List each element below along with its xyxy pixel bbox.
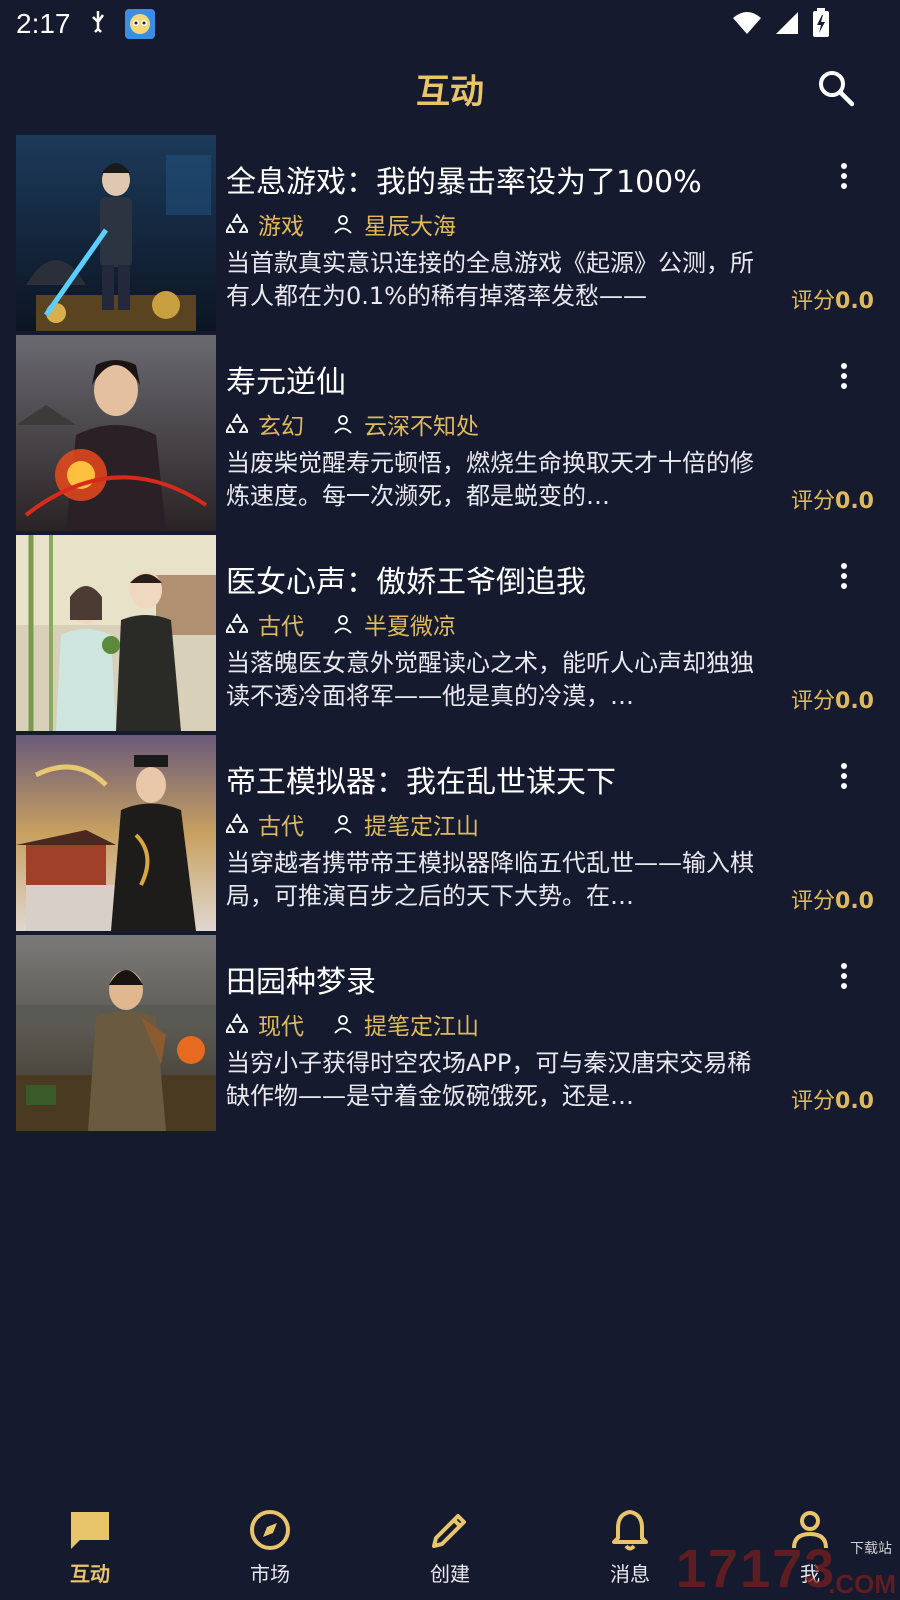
wifi-icon: [732, 10, 762, 40]
story-cover-image: [16, 735, 216, 931]
status-bar: 2:17: [0, 0, 900, 48]
story-author: 提笔定江山: [364, 814, 479, 840]
story-rating: 评分0.0: [791, 289, 874, 314]
genre-icon: [226, 613, 248, 633]
story-card[interactable]: 寿元逆仙 玄幻 云深不知处 当废柴觉醒寿元顿悟，燃烧生命换取天才十倍的修炼速度。…: [16, 335, 884, 531]
story-title: 寿元逆仙: [226, 365, 346, 400]
author-icon: [334, 415, 352, 434]
story-title: 医女心声：傲娇王爷倒追我: [226, 565, 586, 600]
author-icon: [334, 815, 352, 834]
author-icon: [334, 215, 352, 234]
chat-icon: [71, 1512, 109, 1549]
bell-icon: [612, 1510, 648, 1551]
author-icon: [334, 1015, 352, 1034]
story-description: 当穷小子获得时空农场APP，可与秦汉唐宋交易稀缺作物——是守着金饭碗饿死，还是…: [226, 1049, 752, 1110]
usb-debug-icon: [89, 9, 107, 39]
more-options-button[interactable]: [834, 961, 854, 991]
genre-icon: [226, 813, 248, 833]
page-title: 互动: [416, 71, 484, 112]
story-author: 半夏微凉: [364, 614, 456, 640]
more-options-button[interactable]: [834, 361, 854, 391]
story-card[interactable]: 帝王模拟器：我在乱世谋天下 古代 提笔定江山 当穿越者携带帝王模拟器降临五代乱世…: [16, 735, 884, 931]
story-card[interactable]: 田园种梦录 现代 提笔定江山 当穷小子获得时空农场APP，可与秦汉唐宋交易稀缺作…: [16, 935, 884, 1131]
compass-icon: [250, 1510, 290, 1550]
pencil-icon: [432, 1514, 466, 1548]
genre-icon: [226, 1013, 248, 1033]
app-header: 互动: [0, 56, 900, 120]
story-card[interactable]: 医女心声：傲娇王爷倒追我 古代 半夏微凉 当落魄医女意外觉醒读心之术，能听人心声…: [16, 535, 884, 731]
more-options-button[interactable]: [834, 161, 854, 191]
story-card[interactable]: 全息游戏：我的暴击率设为了100% 游戏 星辰大海 当首款真实意识连接的全息游戏…: [16, 135, 884, 331]
story-author: 云深不知处: [364, 414, 479, 440]
nav-label: 创建: [430, 1562, 470, 1586]
story-author: 星辰大海: [364, 214, 456, 240]
story-genre: 古代: [258, 614, 304, 640]
search-icon: [819, 71, 855, 107]
story-cover-image: [16, 335, 216, 531]
story-rating: 评分0.0: [791, 489, 874, 514]
status-time: 2:17: [16, 8, 71, 39]
story-genre: 现代: [258, 1014, 304, 1040]
author-icon: [334, 615, 352, 634]
app-badge-icon: [124, 9, 155, 39]
nav-tab-create[interactable]: 创建: [360, 1500, 540, 1600]
more-options-button[interactable]: [834, 761, 854, 791]
watermark-number: 17173: [676, 1539, 837, 1599]
nav-tab-market[interactable]: 市场: [180, 1500, 360, 1600]
signal-icon: [774, 10, 800, 40]
search-button[interactable]: [816, 68, 856, 108]
story-cover-image: [16, 935, 216, 1131]
nav-tab-interact[interactable]: 互动: [0, 1500, 180, 1600]
story-rating: 评分0.0: [791, 1089, 874, 1114]
watermark: 17173 下载站 .COM: [676, 1538, 900, 1600]
story-title: 田园种梦录: [226, 965, 376, 1000]
more-options-button[interactable]: [834, 561, 854, 591]
genre-icon: [226, 213, 248, 233]
story-description: 当废柴觉醒寿元顿悟，燃烧生命换取天才十倍的修炼速度。每一次濒死，都是蜕变的…: [226, 449, 754, 510]
story-genre: 玄幻: [258, 414, 304, 440]
nav-label: 市场: [250, 1562, 290, 1586]
nav-label: 互动: [70, 1562, 110, 1586]
story-description: 当落魄医女意外觉醒读心之术，能听人心声却独独读不透冷面将军——他是真的冷漠，…: [226, 649, 754, 710]
story-genre: 古代: [258, 814, 304, 840]
story-author: 提笔定江山: [364, 1014, 479, 1040]
story-cover-image: [16, 135, 216, 331]
story-title: 帝王模拟器：我在乱世谋天下: [226, 765, 616, 800]
story-genre: 游戏: [258, 214, 304, 240]
story-list: 全息游戏：我的暴击率设为了100% 游戏 星辰大海 当首款真实意识连接的全息游戏…: [16, 135, 884, 1135]
story-rating: 评分0.0: [791, 689, 874, 714]
genre-icon: [226, 413, 248, 433]
nav-label: 消息: [610, 1562, 650, 1586]
story-cover-image: [16, 535, 216, 731]
story-title: 全息游戏：我的暴击率设为了100%: [226, 165, 702, 200]
watermark-suffix: .COM: [828, 1569, 896, 1599]
story-description: 当穿越者携带帝王模拟器降临五代乱世——输入棋局，可推演百步之后的天下大势。在…: [226, 849, 754, 910]
battery-charging-icon: [812, 8, 830, 42]
story-rating: 评分0.0: [791, 889, 874, 914]
story-description: 当首款真实意识连接的全息游戏《起源》公测，所有人都在为0.1%的稀有掉落率发愁—…: [226, 249, 754, 310]
watermark-top-text: 下载站: [850, 1541, 892, 1557]
